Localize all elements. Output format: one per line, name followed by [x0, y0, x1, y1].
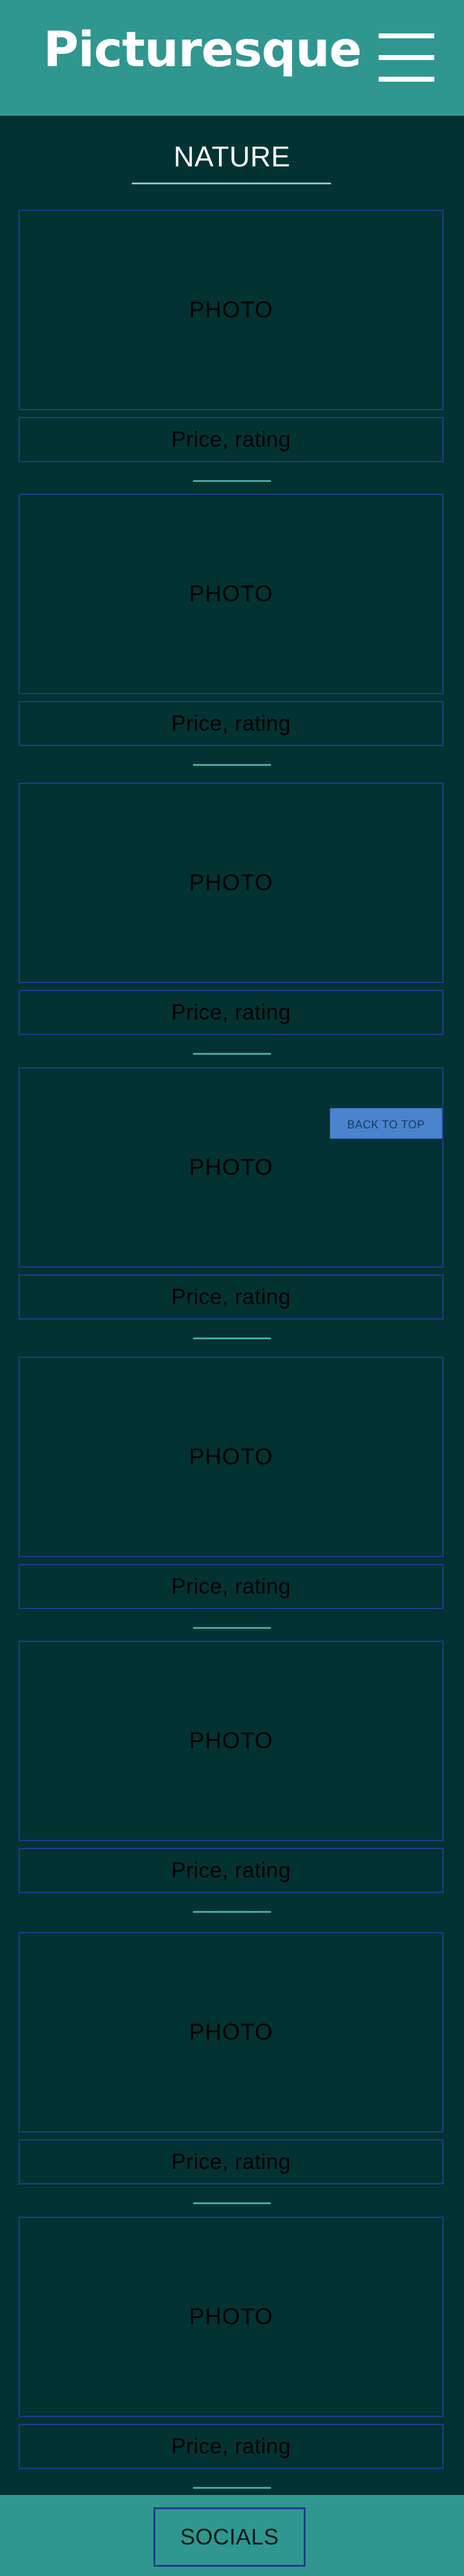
site-footer: SOCIALS	[0, 2495, 464, 2576]
hamburger-line-top	[379, 33, 434, 38]
photo-placeholder[interactable]: PHOTO	[19, 1357, 444, 1557]
price-rating-box[interactable]: Price, rating	[19, 1564, 444, 1609]
hamburger-menu-icon[interactable]	[379, 33, 434, 82]
card-divider	[193, 1053, 271, 1055]
price-rating-box[interactable]: Price, rating	[19, 990, 444, 1035]
page: Picturesque NATURE PHOTO Price, rating P…	[0, 0, 464, 2576]
photo-placeholder[interactable]: PHOTO	[19, 2217, 444, 2417]
section-title-underline	[132, 182, 331, 184]
back-to-top-button[interactable]: BACK TO TOP	[330, 1108, 442, 1139]
card-divider	[193, 480, 271, 482]
price-rating-box[interactable]: Price, rating	[19, 1274, 444, 1320]
photo-placeholder[interactable]: PHOTO	[19, 1932, 444, 2132]
section-title: NATURE	[173, 140, 291, 173]
card-divider	[193, 1911, 271, 1913]
hamburger-line-middle	[379, 55, 434, 60]
card-divider	[193, 1337, 271, 1339]
photo-placeholder[interactable]: PHOTO	[19, 494, 444, 694]
price-rating-box[interactable]: Price, rating	[19, 701, 444, 746]
socials-button[interactable]: SOCIALS	[153, 2507, 306, 2567]
card-divider	[193, 764, 271, 766]
card-divider	[193, 2202, 271, 2204]
photo-placeholder[interactable]: PHOTO	[19, 783, 444, 983]
price-rating-box[interactable]: Price, rating	[19, 1848, 444, 1893]
hamburger-line-bottom	[379, 77, 434, 82]
price-rating-box[interactable]: Price, rating	[19, 2139, 444, 2184]
price-rating-box[interactable]: Price, rating	[19, 417, 444, 462]
card-divider	[193, 1627, 271, 1629]
price-rating-box[interactable]: Price, rating	[19, 2424, 444, 2469]
brand-logo[interactable]: Picturesque	[43, 26, 362, 74]
photo-placeholder[interactable]: PHOTO	[19, 210, 444, 410]
card-divider	[193, 2487, 271, 2489]
site-header: Picturesque	[0, 0, 464, 116]
photo-placeholder[interactable]: PHOTO	[19, 1067, 444, 1268]
photo-placeholder[interactable]: PHOTO	[19, 1641, 444, 1841]
